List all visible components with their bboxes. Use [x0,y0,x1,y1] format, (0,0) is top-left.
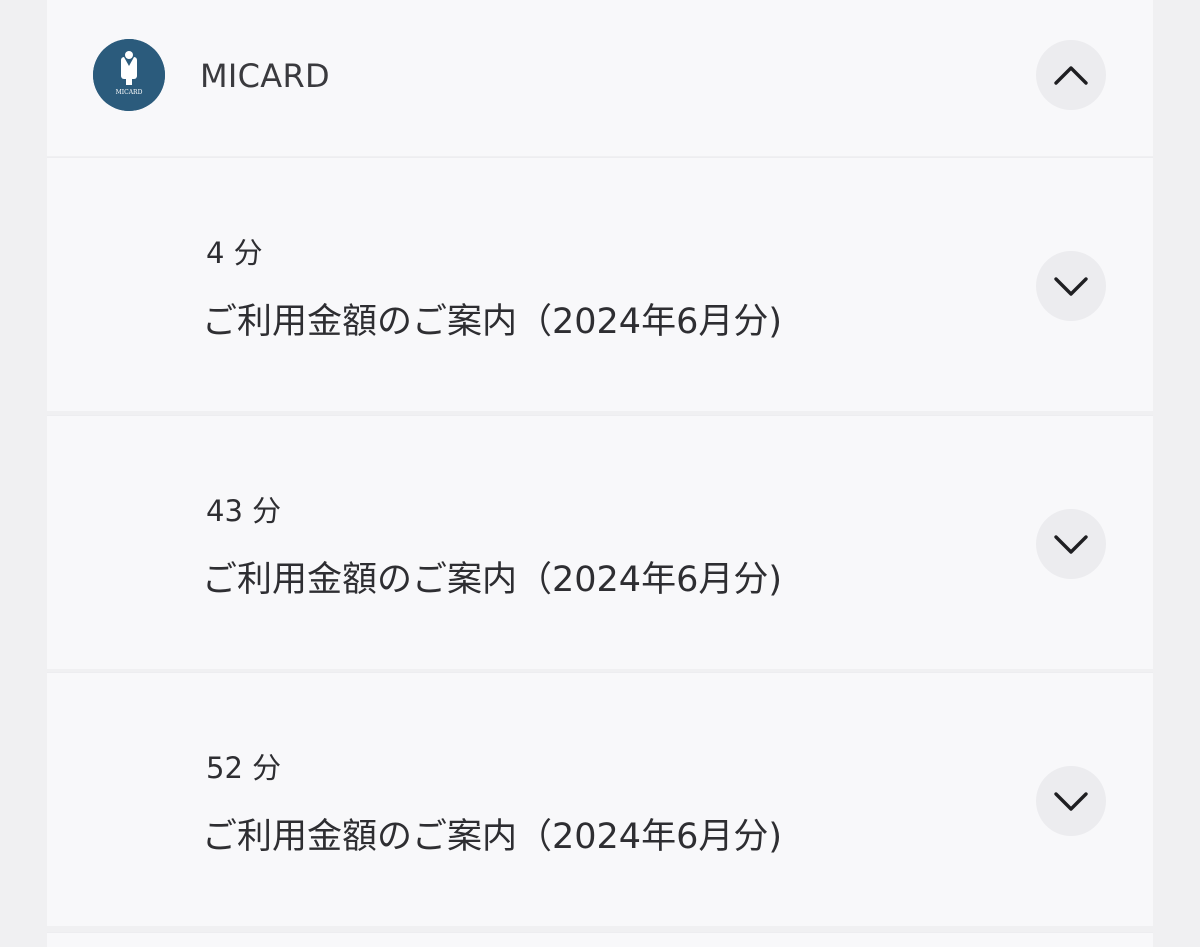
thread-header[interactable]: MICARD MICARD [47,0,1153,156]
chevron-up-icon [1054,66,1088,85]
message-time: 43 分 [206,494,282,528]
message-time: 52 分 [206,751,282,785]
sender-name: MICARD [200,57,330,95]
chevron-down-icon [1054,277,1088,296]
sender-avatar: MICARD [93,39,165,111]
message-item[interactable]: 4 分 ご利用金額のご案内（2024年6月分) [47,157,1153,411]
expand-message-button[interactable] [1036,766,1106,836]
message-item-partial[interactable] [47,932,1153,947]
message-item[interactable]: 43 分 ご利用金額のご案内（2024年6月分) [47,415,1153,669]
message-time: 4 分 [206,236,263,270]
avatar-label: MICARD [116,89,143,96]
collapse-thread-button[interactable] [1036,40,1106,110]
mail-thread: MICARD MICARD 4 分 ご利用金額のご案内（2024年6月分) 43… [0,0,1200,947]
message-item[interactable]: 52 分 ご利用金額のご案内（2024年6月分) [47,672,1153,926]
expand-message-button[interactable] [1036,509,1106,579]
expand-message-button[interactable] [1036,251,1106,321]
message-subject: ご利用金額のご案内（2024年6月分) [202,560,782,600]
message-subject: ご利用金額のご案内（2024年6月分) [202,302,782,342]
chevron-down-icon [1054,792,1088,811]
chevron-down-icon [1054,535,1088,554]
message-subject: ご利用金額のご案内（2024年6月分) [202,817,782,857]
micard-logo-icon: MICARD [93,39,165,111]
